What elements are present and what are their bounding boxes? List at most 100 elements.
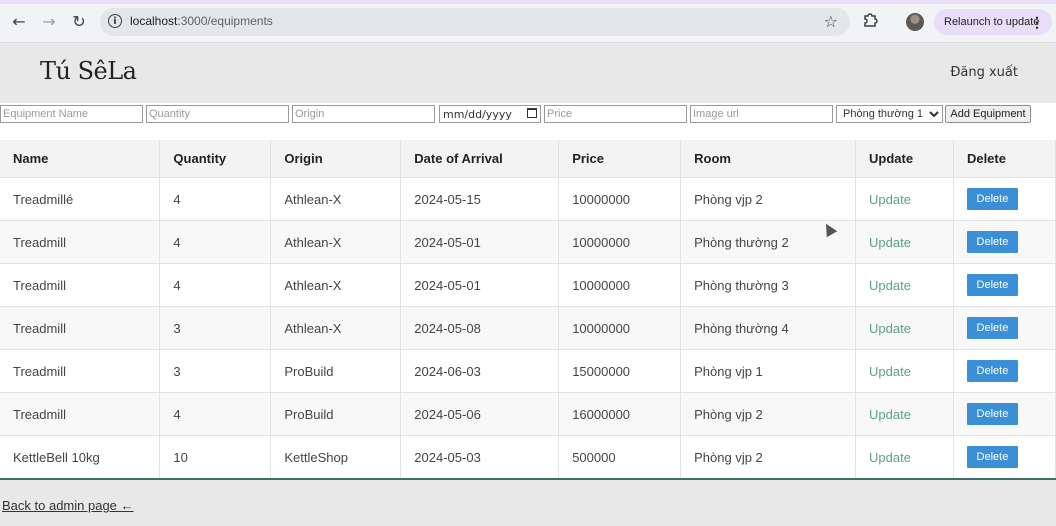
cell-delete: Delete xyxy=(953,177,1056,221)
origin-input[interactable] xyxy=(292,105,435,123)
delete-button[interactable]: Delete xyxy=(966,317,1018,339)
app-header: Tú SêLa Đăng xuất xyxy=(0,43,1056,103)
extensions-puzzle-icon[interactable] xyxy=(862,12,878,28)
cell-quantity: 4 xyxy=(159,177,272,221)
forward-arrow-icon[interactable]: → xyxy=(38,10,60,32)
delete-button[interactable]: Delete xyxy=(966,274,1018,296)
cell-room: Phòng thường 4 xyxy=(680,306,856,350)
cell-update: Update xyxy=(855,435,954,479)
column-header-update: Update xyxy=(855,140,954,178)
cell-name: Treadmill xyxy=(0,392,161,436)
cell-price: 10000000 xyxy=(558,177,682,221)
cell-origin: ProBuild xyxy=(270,349,402,393)
cell-price: 15000000 xyxy=(558,349,682,393)
bookmark-star-icon[interactable]: ☆ xyxy=(824,12,838,31)
equipment-name-input[interactable] xyxy=(0,105,143,123)
tab-strip-edge xyxy=(0,0,1056,4)
column-header-name: Name xyxy=(0,140,161,178)
cell-quantity: 3 xyxy=(159,306,272,350)
cell-origin: ProBuild xyxy=(270,392,402,436)
room-select[interactable]: Phòng thường 1 xyxy=(836,105,943,123)
cell-price: 10000000 xyxy=(558,220,682,264)
update-link[interactable]: Update xyxy=(869,278,911,293)
table-header-row: Name Quantity Origin Date of Arrival Pri… xyxy=(0,140,1056,178)
back-arrow-icon[interactable]: ← xyxy=(8,10,30,32)
delete-button[interactable]: Delete xyxy=(966,446,1018,468)
table-row: Treadmill 3 ProBuild 2024-06-03 15000000… xyxy=(0,349,1056,393)
image-url-input[interactable] xyxy=(690,105,833,123)
profile-avatar[interactable] xyxy=(906,13,924,31)
cell-room: Phòng vjp 2 xyxy=(680,177,856,221)
brand-logo[interactable]: Tú SêLa xyxy=(40,57,137,85)
cell-quantity: 10 xyxy=(159,435,272,479)
cell-delete: Delete xyxy=(953,220,1056,264)
site-info-icon[interactable]: i xyxy=(108,14,122,28)
back-to-admin-link[interactable]: Back to admin page ← xyxy=(2,498,134,513)
table-row: Treadmill 3 Athlean-X 2024-05-08 1000000… xyxy=(0,306,1056,350)
cell-update: Update xyxy=(855,349,954,393)
cell-quantity: 4 xyxy=(159,220,272,264)
cell-name: Treadmill xyxy=(0,263,161,307)
table-row: Treadmill 4 Athlean-X 2024-05-01 1000000… xyxy=(0,220,1056,264)
update-link[interactable]: Update xyxy=(869,321,911,336)
update-link[interactable]: Update xyxy=(869,450,911,465)
url-text[interactable]: localhost:3000/equipments xyxy=(130,14,273,28)
table-row: Treadmill 4 Athlean-X 2024-05-01 1000000… xyxy=(0,263,1056,307)
update-link[interactable]: Update xyxy=(869,192,911,207)
equipment-table: Name Quantity Origin Date of Arrival Pri… xyxy=(0,140,1056,479)
cell-quantity: 3 xyxy=(159,349,272,393)
update-link[interactable]: Update xyxy=(869,364,911,379)
table-row: Treadmillé 4 Athlean-X 2024-05-15 100000… xyxy=(0,177,1056,221)
cell-date: 2024-05-06 xyxy=(400,392,560,436)
column-header-delete: Delete xyxy=(953,140,1056,178)
table-row: Treadmill 4 ProBuild 2024-05-06 16000000… xyxy=(0,392,1056,436)
cell-room: Phòng vjp 1 xyxy=(680,349,856,393)
page-footer: Back to admin page ← xyxy=(0,480,1056,526)
cell-name: Treadmill xyxy=(0,306,161,350)
cell-origin: KettleShop xyxy=(270,435,402,479)
cell-name: KettleBell 10kg xyxy=(0,435,161,479)
logout-link[interactable]: Đăng xuất xyxy=(950,65,1018,80)
delete-button[interactable]: Delete xyxy=(966,360,1018,382)
address-bar[interactable]: i localhost:3000/equipments ☆ xyxy=(100,8,850,36)
cell-quantity: 4 xyxy=(159,392,272,436)
add-equipment-button[interactable]: Add Equipment xyxy=(945,105,1031,123)
url-path: :3000/equipments xyxy=(177,14,273,28)
date-input[interactable] xyxy=(439,105,541,123)
cell-delete: Delete xyxy=(953,349,1056,393)
cell-date: 2024-05-15 xyxy=(400,177,560,221)
cell-date: 2024-05-08 xyxy=(400,306,560,350)
browser-toolbar: ← → ↻ i localhost:3000/equipments ☆ Rela… xyxy=(0,0,1056,43)
delete-button[interactable]: Delete xyxy=(966,231,1018,253)
update-link[interactable]: Update xyxy=(869,407,911,422)
cell-update: Update xyxy=(855,392,954,436)
calendar-icon[interactable] xyxy=(527,108,537,118)
column-header-quantity: Quantity xyxy=(159,140,272,178)
price-input[interactable] xyxy=(544,105,687,123)
quantity-input[interactable] xyxy=(146,105,289,123)
cell-origin: Athlean-X xyxy=(270,220,402,264)
column-header-room: Room xyxy=(680,140,856,178)
cell-origin: Athlean-X xyxy=(270,177,402,221)
update-link[interactable]: Update xyxy=(869,235,911,250)
cell-room: Phòng thường 3 xyxy=(680,263,856,307)
cell-update: Update xyxy=(855,306,954,350)
add-equipment-form: mm/dd/yyyy Phòng thường 1 Add Equipment xyxy=(0,104,1056,124)
cell-date: 2024-05-01 xyxy=(400,220,560,264)
column-header-price: Price xyxy=(558,140,682,178)
cell-name: Treadmill xyxy=(0,220,161,264)
cell-quantity: 4 xyxy=(159,263,272,307)
relaunch-update-button[interactable]: Relaunch to update ⋮ xyxy=(934,9,1052,35)
cell-room: Phòng vjp 2 xyxy=(680,392,856,436)
delete-button[interactable]: Delete xyxy=(966,188,1018,210)
cell-name: Treadmill xyxy=(0,349,161,393)
cell-room: Phòng vjp 2 xyxy=(680,435,856,479)
cell-origin: Athlean-X xyxy=(270,306,402,350)
more-menu-icon[interactable]: ⋮ xyxy=(1030,9,1044,35)
cell-delete: Delete xyxy=(953,306,1056,350)
delete-button[interactable]: Delete xyxy=(966,403,1018,425)
cell-update: Update xyxy=(855,177,954,221)
column-header-origin: Origin xyxy=(270,140,402,178)
reload-icon[interactable]: ↻ xyxy=(68,10,90,32)
cell-name: Treadmillé xyxy=(0,177,161,221)
